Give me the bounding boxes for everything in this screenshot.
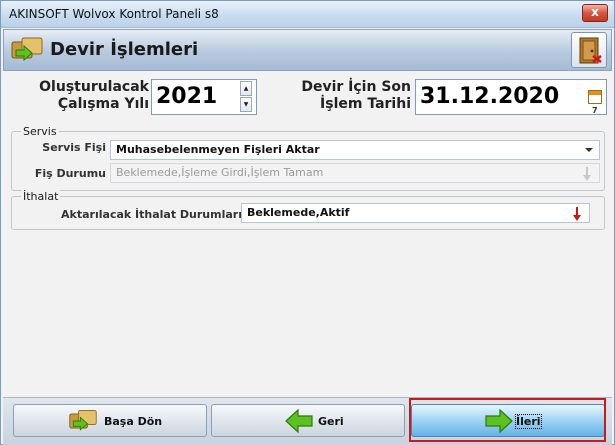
top-fields: Oluşturulacak Çalışma Yılı 2021 ▲ ▼ Devi… (9, 75, 609, 121)
fis-durumu-label: Fiş Durumu (34, 167, 106, 180)
close-button[interactable]: x (582, 4, 608, 22)
next-button-label: İleri (515, 414, 542, 429)
ithalat-durum-label: Aktarılacak İthalat Durumları (61, 208, 242, 221)
servis-fisi-label: Servis Fişi (42, 141, 106, 154)
exit-door-icon (579, 37, 602, 64)
date-label-line1: Devir İçin Son (301, 79, 411, 95)
calendar-day: 7 (592, 106, 598, 115)
year-label-line1: Oluşturulacak (39, 79, 149, 95)
year-label-line2: Çalışma Yılı (57, 96, 149, 112)
ithalat-durum-combo[interactable]: Beklemede,Aktif (241, 203, 590, 223)
year-spinner[interactable]: ▲ ▼ (240, 80, 254, 114)
ithalat-group: İthalat Aktarılacak İthalat Durumları Be… (11, 190, 605, 230)
back-button[interactable]: Geri (211, 404, 405, 437)
ithalat-group-title: İthalat (21, 190, 61, 203)
ithalat-durum-value: Beklemede,Aktif (247, 206, 350, 219)
arrow-down-icon[interactable] (573, 207, 581, 221)
arrow-right-icon (485, 408, 513, 434)
spin-down-icon[interactable]: ▼ (240, 97, 252, 112)
fis-durumu-combo[interactable]: Beklemede,İşleme Girdi,İşlem Tamam (110, 163, 600, 183)
date-value: 31.12.2020 (420, 84, 560, 109)
home-button[interactable]: Başa Dön (13, 404, 207, 437)
page-header: Devir İşlemleri (3, 29, 612, 71)
transfer-icon (69, 409, 97, 431)
year-spin-input[interactable]: 2021 ▲ ▼ (151, 79, 257, 115)
home-button-label: Başa Dön (104, 415, 163, 428)
title-bar[interactable]: AKINSOFT Wolvox Kontrol Paneli s8 x (1, 1, 614, 28)
servis-group: Servis Servis Fişi Muhasebelenmeyen Fişl… (11, 125, 605, 191)
navigation-bar: Başa Dön Geri İleri (3, 397, 612, 445)
year-value: 2021 (156, 84, 218, 109)
back-button-label: Geri (318, 415, 344, 428)
calendar-icon[interactable]: 7 (588, 90, 602, 115)
close-icon: x (591, 5, 599, 19)
servis-fisi-combo[interactable]: Muhasebelenmeyen Fişleri Aktar (110, 140, 600, 160)
servis-group-title: Servis (21, 125, 59, 138)
window-title: AKINSOFT Wolvox Kontrol Paneli s8 (9, 7, 219, 21)
page-title: Devir İşlemleri (50, 39, 199, 60)
spin-up-icon[interactable]: ▲ (240, 81, 252, 96)
chevron-down-icon[interactable] (585, 148, 593, 152)
year-label: Oluşturulacak Çalışma Yılı (15, 79, 149, 113)
arrow-left-icon (285, 408, 313, 434)
date-label: Devir İçin Son İşlem Tarihi (279, 79, 411, 113)
next-button[interactable]: İleri (411, 404, 605, 437)
exit-button[interactable] (571, 32, 607, 68)
date-input[interactable]: 31.12.2020 7 (415, 79, 607, 115)
servis-fisi-value: Muhasebelenmeyen Fişleri Aktar (116, 143, 320, 156)
date-label-line2: İşlem Tarihi (320, 96, 411, 112)
main-window: AKINSOFT Wolvox Kontrol Paneli s8 x Devi… (0, 0, 615, 445)
arrow-down-icon[interactable] (583, 167, 591, 181)
fis-durumu-value: Beklemede,İşleme Girdi,İşlem Tamam (116, 166, 324, 179)
transfer-icon (11, 37, 43, 62)
